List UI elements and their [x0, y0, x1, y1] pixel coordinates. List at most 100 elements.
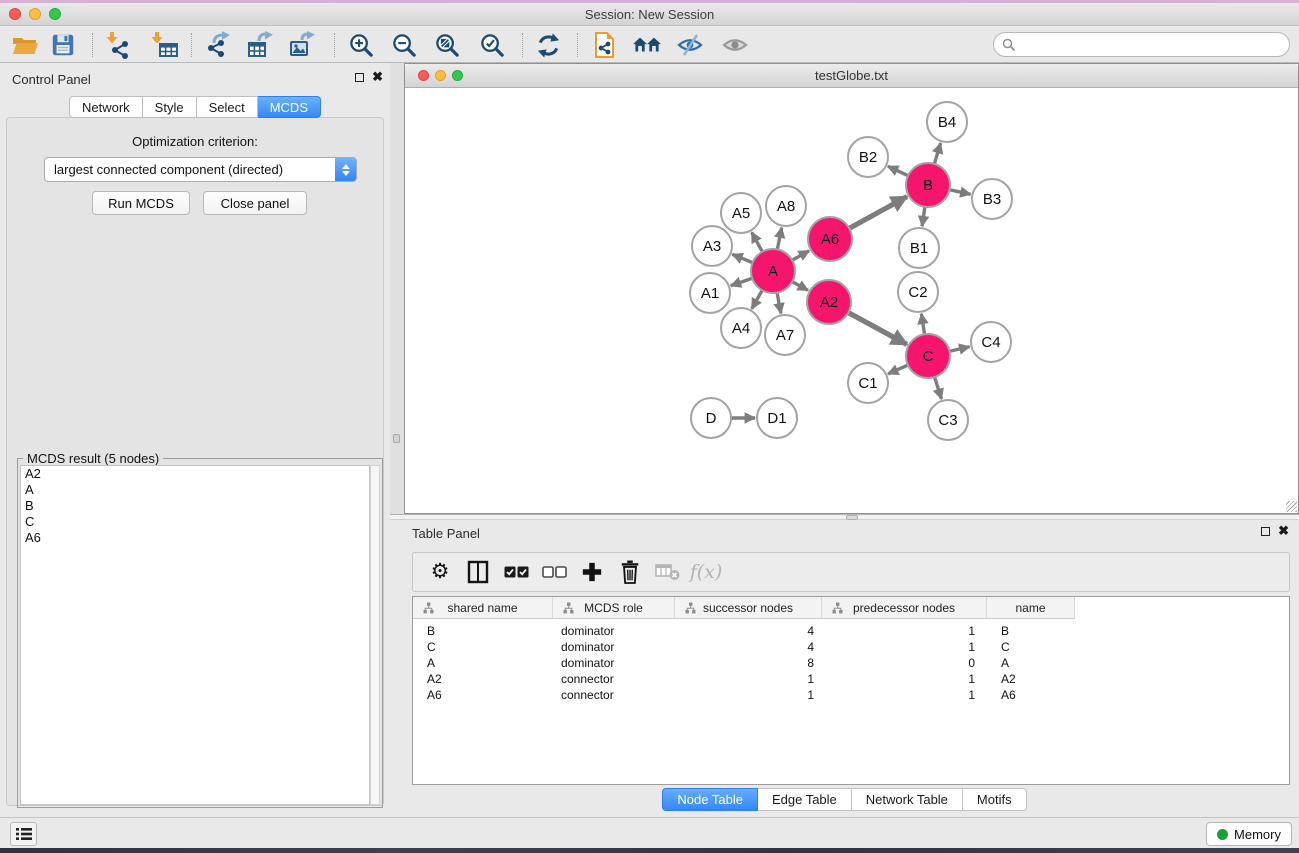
- column-header-shared-name[interactable]: shared name: [413, 597, 553, 619]
- edge-A-A5[interactable]: [752, 232, 763, 251]
- edge-B-B4[interactable]: [934, 143, 940, 164]
- close-panel-icon[interactable]: ✖: [372, 71, 383, 82]
- edge-A-A7[interactable]: [777, 293, 781, 314]
- mcds-result-list[interactable]: A2ABCA6: [20, 465, 370, 805]
- run-mcds-button[interactable]: Run MCDS: [92, 191, 190, 215]
- edge-A-A1[interactable]: [731, 278, 752, 285]
- mcds-result-scrollbar[interactable]: [370, 465, 380, 805]
- node-A2[interactable]: A2: [807, 280, 851, 324]
- table-row[interactable]: Adominator80A: [413, 655, 1289, 671]
- network-from-selection-button[interactable]: [588, 31, 622, 59]
- node-C[interactable]: C: [906, 334, 950, 378]
- zoom-out-button[interactable]: [387, 31, 421, 59]
- add-row-button[interactable]: [573, 561, 611, 583]
- node-C1[interactable]: C1: [848, 363, 888, 403]
- edge-A-A4[interactable]: [752, 290, 762, 309]
- edge-C-C4[interactable]: [949, 347, 969, 351]
- table-row[interactable]: Bdominator41B: [413, 623, 1289, 639]
- edge-B-B1[interactable]: [922, 207, 925, 226]
- tab-network-table[interactable]: Network Table: [852, 788, 963, 811]
- column-header-name[interactable]: name: [987, 597, 1075, 619]
- export-image-button[interactable]: [286, 31, 320, 59]
- edge-A-A3[interactable]: [732, 254, 752, 262]
- node-A6[interactable]: A6: [808, 217, 852, 261]
- node-D[interactable]: D: [691, 398, 731, 438]
- open-session-button[interactable]: [8, 31, 42, 59]
- mcds-result-item[interactable]: A2: [21, 466, 369, 482]
- table-row[interactable]: Cdominator41C: [413, 639, 1289, 655]
- node-A3[interactable]: A3: [692, 226, 732, 266]
- tab-edge-table[interactable]: Edge Table: [758, 788, 852, 811]
- deselect-all-button[interactable]: [535, 566, 573, 578]
- node-C4[interactable]: C4: [971, 322, 1011, 362]
- tab-motifs[interactable]: Motifs: [963, 788, 1027, 811]
- column-layout-button[interactable]: [459, 560, 497, 584]
- edge-A-A6[interactable]: [792, 251, 809, 260]
- node-D1[interactable]: D1: [757, 398, 797, 438]
- task-history-button[interactable]: [10, 822, 37, 846]
- node-A8[interactable]: A8: [766, 186, 806, 226]
- import-network-button[interactable]: [103, 31, 137, 59]
- node-A7[interactable]: A7: [765, 315, 805, 355]
- node-C3[interactable]: C3: [928, 400, 968, 440]
- edge-A6-B[interactable]: [849, 197, 907, 229]
- node-A5[interactable]: A5: [721, 193, 761, 233]
- column-header-successor-nodes[interactable]: successor nodes: [675, 597, 822, 619]
- mcds-result-item[interactable]: C: [21, 514, 369, 530]
- table-row[interactable]: A6connector11A6: [413, 687, 1289, 703]
- criterion-select[interactable]: largest connected component (directed): [44, 157, 357, 182]
- edge-C-C3[interactable]: [935, 377, 942, 399]
- column-header-predecessor-nodes[interactable]: predecessor nodes: [822, 597, 987, 619]
- tab-style[interactable]: Style: [143, 96, 197, 118]
- edge-B-B2[interactable]: [888, 166, 908, 175]
- node-B4[interactable]: B4: [927, 102, 967, 142]
- node-A4[interactable]: A4: [721, 308, 761, 348]
- float-panel-icon[interactable]: [1261, 527, 1270, 536]
- vertical-splitter[interactable]: [390, 63, 404, 514]
- zoom-in-button[interactable]: [344, 31, 378, 59]
- edge-A2-C[interactable]: [848, 313, 907, 345]
- mcds-result-item[interactable]: B: [21, 498, 369, 514]
- import-table-button[interactable]: [148, 31, 182, 59]
- save-session-button[interactable]: [46, 31, 80, 59]
- zoom-fit-button[interactable]: [430, 31, 464, 59]
- node-C2[interactable]: C2: [898, 272, 938, 312]
- network-canvas[interactable]: A A1 A2 A3 A4 A5 A6 A7 A8 B B1 B2 B3B4 C C1 C2 C3C4 D D1: [405, 89, 1298, 513]
- first-neighbors-button[interactable]: [630, 31, 664, 59]
- node-B2[interactable]: B2: [848, 137, 888, 177]
- zoom-selected-button[interactable]: [475, 31, 509, 59]
- table-row[interactable]: A2connector11A2: [413, 671, 1289, 687]
- search-input[interactable]: [993, 32, 1290, 57]
- export-table-button[interactable]: [244, 31, 278, 59]
- node-B3[interactable]: B3: [972, 179, 1012, 219]
- tab-mcds[interactable]: MCDS: [258, 96, 321, 118]
- edge-A-A2[interactable]: [792, 282, 808, 291]
- tab-network[interactable]: Network: [69, 96, 143, 118]
- edge-C-C2[interactable]: [921, 314, 924, 335]
- table-settings-button[interactable]: ⚙: [421, 562, 459, 582]
- mcds-result-item[interactable]: A6: [21, 530, 369, 546]
- memory-button[interactable]: Memory: [1206, 822, 1292, 846]
- delete-table-button[interactable]: [649, 563, 687, 581]
- apply-layout-button[interactable]: [531, 31, 565, 59]
- edge-B-B3[interactable]: [949, 190, 970, 195]
- node-A[interactable]: A: [751, 249, 795, 293]
- show-all-button[interactable]: [718, 31, 752, 59]
- edge-A-A8[interactable]: [777, 228, 781, 250]
- node-B1[interactable]: B1: [899, 228, 939, 268]
- mcds-result-item[interactable]: A: [21, 482, 369, 498]
- tab-node-table[interactable]: Node Table: [662, 788, 758, 811]
- edge-C-C1[interactable]: [888, 365, 908, 374]
- close-panel-icon[interactable]: ✖: [1278, 525, 1289, 536]
- node-B[interactable]: B: [906, 163, 950, 207]
- select-all-button[interactable]: [497, 566, 535, 578]
- float-panel-icon[interactable]: [355, 73, 364, 82]
- function-builder-button[interactable]: f(x): [687, 561, 725, 583]
- hide-selected-button[interactable]: [673, 31, 707, 59]
- node-A1[interactable]: A1: [690, 273, 730, 313]
- window-resize-grip[interactable]: [1286, 501, 1297, 512]
- column-header-MCDS-role[interactable]: MCDS role: [553, 597, 675, 619]
- delete-row-button[interactable]: [611, 560, 649, 584]
- export-network-button[interactable]: [201, 31, 235, 59]
- splitter-grip[interactable]: [393, 434, 400, 443]
